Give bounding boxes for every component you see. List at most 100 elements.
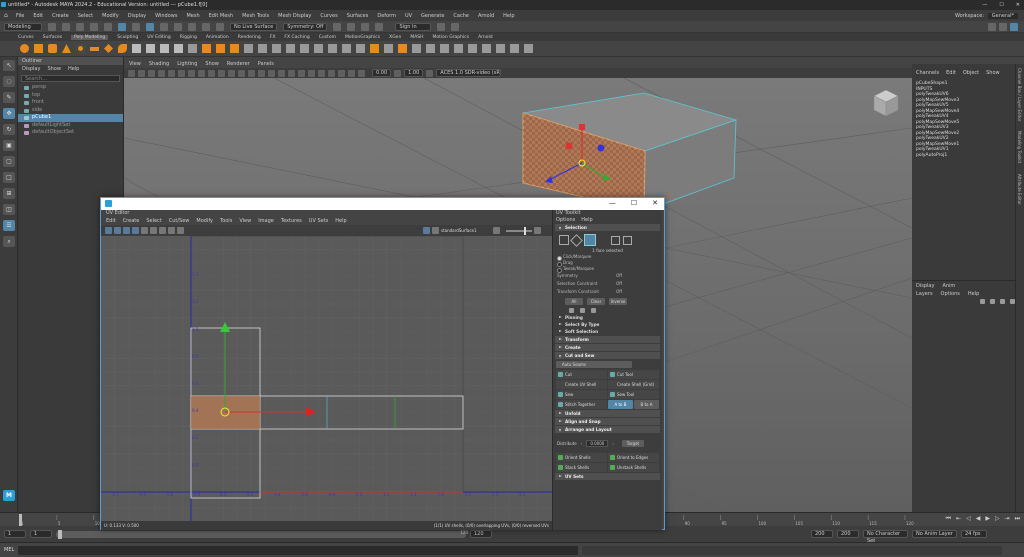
sew-button[interactable]: Sew	[556, 390, 607, 399]
section-selection[interactable]: Selection	[555, 224, 660, 231]
orient-to-edges-button[interactable]: Orient to Edges	[608, 453, 659, 462]
menu-mesh-display[interactable]: Mesh Display	[278, 13, 311, 19]
retopologize-icon[interactable]	[496, 44, 505, 53]
select-component-icon[interactable]	[146, 22, 154, 31]
extract-icon[interactable]	[160, 44, 169, 53]
uv-menu-textures[interactable]: Textures	[281, 218, 302, 224]
shelf-tab-fx-caching[interactable]: FX Caching	[284, 35, 309, 40]
poly-cone-icon[interactable]	[62, 44, 71, 53]
uv-close-button[interactable]: ✕	[652, 199, 658, 207]
outliner-item-side[interactable]: side	[18, 107, 123, 115]
poly-cylinder-icon[interactable]	[48, 44, 57, 53]
save-scene-icon[interactable]	[76, 22, 84, 31]
create-shell-grid-button[interactable]: Create Shell (Grid)	[608, 380, 659, 389]
snap-view-icon[interactable]	[202, 22, 210, 31]
menu-display[interactable]: Display	[128, 13, 146, 19]
four-view-icon[interactable]: ⊞	[3, 188, 15, 199]
uv-menu-view[interactable]: View	[239, 218, 251, 224]
section-transform[interactable]: Transform	[555, 336, 660, 343]
shelf-tab-mash[interactable]: MASH	[410, 35, 423, 40]
anti-aliasing-icon[interactable]	[318, 69, 325, 77]
reduce-icon[interactable]	[482, 44, 491, 53]
channel-menu-show[interactable]: Show	[986, 70, 1000, 76]
color-management-icon[interactable]	[426, 69, 434, 77]
shelf-tab-rendering[interactable]: Rendering	[238, 35, 261, 40]
extrude-icon[interactable]	[202, 44, 211, 53]
redo-icon[interactable]	[104, 22, 112, 31]
select-overlap-icon[interactable]	[591, 307, 596, 313]
command-input[interactable]	[18, 545, 579, 555]
sign-in-button[interactable]: Sign In	[395, 22, 432, 31]
sew-tool-button[interactable]: Sew Tool	[608, 390, 659, 399]
anim-start-field[interactable]: 1	[4, 530, 26, 538]
menu-help[interactable]: Help	[503, 13, 514, 19]
stack-shells-button[interactable]: Stack Shells	[556, 463, 607, 472]
uv-edge-mode-icon[interactable]	[623, 235, 632, 245]
range-start-handle[interactable]	[58, 529, 62, 539]
menu-create[interactable]: Create	[52, 13, 69, 19]
playback-start-field[interactable]: 1	[30, 530, 52, 538]
move-layer-down-icon[interactable]	[990, 298, 995, 304]
transform-constraint-value[interactable]: Off	[616, 288, 622, 296]
grid-toggle-icon[interactable]	[158, 69, 165, 77]
stitch-together-button[interactable]: Stitch Together	[556, 400, 607, 409]
view-transform-dropdown[interactable]: ACES 1.0 SDR-video (sRGB)	[436, 69, 502, 77]
outliner-item-pcube1[interactable]: pCube1	[18, 114, 123, 122]
layer-menu-help[interactable]: Help	[968, 291, 979, 297]
snap-curve-icon[interactable]	[174, 22, 182, 31]
snap-grid-icon[interactable]	[160, 22, 168, 31]
last-tool-icon[interactable]: ▢	[3, 156, 15, 167]
shelf-tab-arnold[interactable]: Arnold	[478, 35, 493, 40]
paint-select-icon[interactable]: ✎	[3, 92, 15, 103]
anim-end-field[interactable]: 200	[811, 530, 833, 538]
harden-edge-icon[interactable]	[468, 44, 477, 53]
character-set-dropdown[interactable]: No Character Set	[863, 530, 908, 544]
uv-exposure-slider[interactable]	[506, 226, 532, 235]
shelf-tab-motion-graphics[interactable]: Motion Graphics	[433, 35, 470, 40]
film-gate-icon[interactable]	[168, 69, 175, 77]
subsection-pinning[interactable]: Pinning	[553, 314, 662, 321]
append-icon[interactable]	[244, 44, 253, 53]
magnet-icon[interactable]	[216, 22, 224, 31]
tab-modeling-toolkit[interactable]: Modeling Toolkit	[1017, 131, 1022, 163]
viewport-menu-lighting[interactable]: Lighting	[177, 61, 197, 67]
fill-hole-icon[interactable]	[258, 44, 267, 53]
bookmark-icon[interactable]	[138, 69, 145, 77]
image-plane-icon[interactable]	[148, 69, 155, 77]
go-to-end-icon[interactable]: ⏭	[1015, 515, 1020, 523]
tab-attribute-editor[interactable]: Attribute Editor	[1017, 174, 1022, 205]
section-arrange-and-layout[interactable]: Arrange and Layout	[555, 426, 660, 433]
gate-mask-icon[interactable]	[188, 69, 195, 77]
channel-menu-channels[interactable]: Channels	[916, 70, 939, 76]
a-to-b-button[interactable]: A to B	[608, 400, 633, 409]
uv-snap-icon[interactable]	[150, 227, 157, 234]
search-icon[interactable]: ⌕	[3, 236, 15, 247]
outliner-item-defaultlightset[interactable]: defaultLightSet	[18, 122, 123, 130]
command-language-label[interactable]: MEL	[4, 547, 14, 553]
uvtk-menu-help[interactable]: Help	[581, 217, 592, 223]
anim-end-field-2[interactable]: 200	[837, 530, 859, 538]
use-lights-icon[interactable]	[278, 69, 285, 77]
safe-action-icon[interactable]	[208, 69, 215, 77]
connect-icon[interactable]	[342, 44, 351, 53]
automatic-map-icon[interactable]	[440, 44, 449, 53]
uv-menu-uv-sets[interactable]: UV Sets	[309, 218, 329, 224]
select-object-icon[interactable]	[132, 22, 140, 31]
uv-vertex-mode-icon[interactable]	[570, 233, 583, 247]
viewport-menu-shading[interactable]: Shading	[149, 61, 169, 67]
poly-plane-icon[interactable]	[90, 46, 99, 51]
tool-settings-toggle-icon[interactable]	[999, 22, 1007, 31]
delete-history-icon[interactable]	[524, 44, 533, 53]
soften-edge-icon[interactable]	[454, 44, 463, 53]
live-surface-field[interactable]: No Live Surface	[230, 22, 278, 31]
safe-title-icon[interactable]	[218, 69, 225, 77]
uv-menu-edit[interactable]: Edit	[106, 218, 116, 224]
uv-shell-mode-icon[interactable]	[611, 235, 620, 245]
uv-component-mode-icon[interactable]	[559, 235, 569, 245]
uv-wireframe-icon[interactable]	[114, 227, 121, 234]
viewport-menu-renderer[interactable]: Renderer	[227, 61, 250, 67]
symmetry-value[interactable]: Off	[616, 272, 622, 280]
section-uv-sets[interactable]: UV Sets	[555, 473, 660, 480]
select-inverse-button[interactable]: Inverse	[609, 297, 627, 305]
poly-sphere-icon[interactable]	[20, 44, 29, 53]
